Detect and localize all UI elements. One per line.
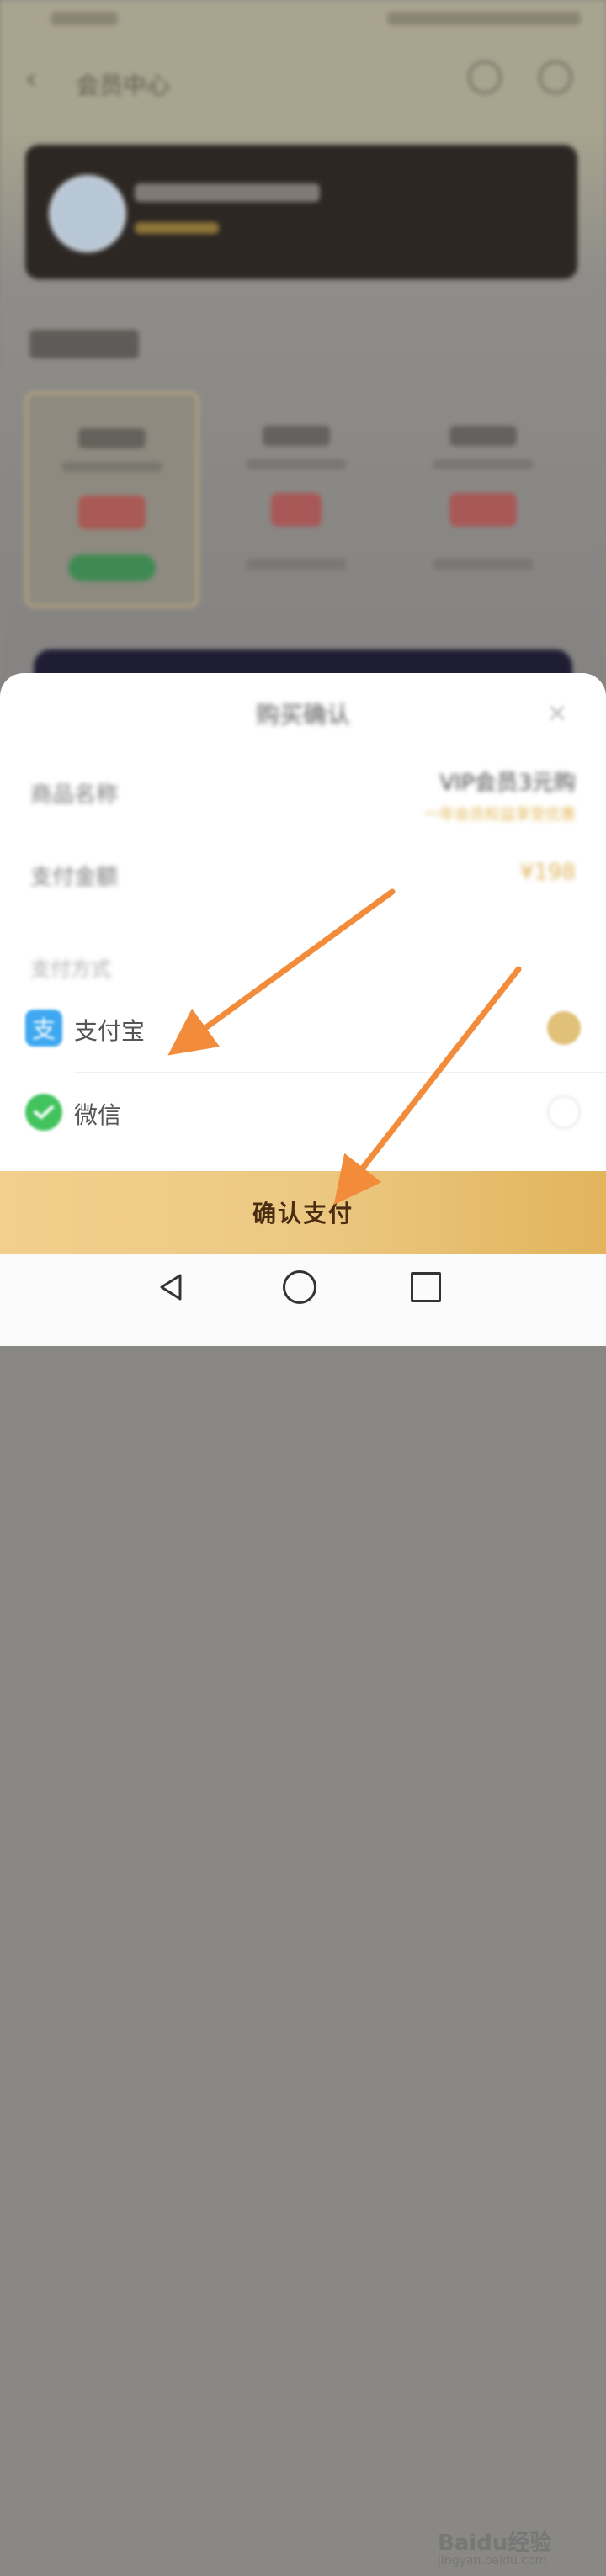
amount-value: ¥198 (519, 860, 576, 885)
plan-badge (68, 554, 156, 581)
alipay-icon: 支 (25, 1010, 62, 1047)
plan-subtitle (433, 459, 534, 469)
plan-name (263, 426, 330, 446)
sheet-header: 购买确认 × (0, 673, 606, 749)
plan-subtitle (246, 459, 347, 469)
home-icon[interactable] (283, 1270, 316, 1304)
amount-row: 支付金额 ¥198 (0, 860, 606, 902)
plan-card[interactable] (399, 392, 567, 602)
amount-label: 支付金额 (30, 865, 119, 890)
member-card (25, 145, 577, 279)
plan-card[interactable] (212, 392, 380, 602)
plan-price (78, 496, 146, 529)
radio-unchecked[interactable] (547, 1095, 581, 1129)
chevron-left-icon[interactable]: ‹ (25, 62, 37, 96)
avatar (49, 175, 126, 252)
watermark-logo: Baidu经验 (438, 2531, 552, 2556)
system-nav-bar: Baidu经验 jingyan.baidu.com (0, 1254, 606, 2568)
payment-option-label: 微信 (74, 1101, 122, 1129)
status-bar (0, 8, 606, 34)
payment-option-alipay[interactable]: 支 支付宝 (0, 988, 606, 1072)
product-note: 一年会员权益享受优惠 (424, 806, 576, 824)
plan-price (449, 493, 517, 527)
wechat-icon (25, 1094, 62, 1131)
sheet-title: 购买确认 (255, 701, 350, 729)
product-label: 商品名称 (30, 782, 119, 808)
settings-icon[interactable] (468, 61, 502, 94)
signal-icon (50, 12, 118, 25)
watermark: Baidu经验 jingyan.baidu.com (438, 2517, 564, 2576)
payment-method-heading: 支付方式 (30, 957, 111, 981)
radio-checked[interactable] (547, 1011, 581, 1045)
background-page: ‹ 会员中心 (0, 0, 606, 725)
plan-footnote (246, 559, 347, 570)
member-status (135, 222, 219, 234)
service-icon[interactable] (539, 61, 572, 94)
confirm-payment-button[interactable]: 确认支付 (0, 1171, 606, 1254)
recent-apps-icon[interactable] (411, 1272, 441, 1302)
plan-name (78, 428, 146, 448)
plan-card[interactable] (25, 392, 199, 607)
plan-footnote (433, 559, 534, 570)
product-row: 商品名称 VIP会员3元购 一年会员权益享受优惠 (0, 766, 606, 833)
user-name (135, 183, 320, 202)
section-title (29, 330, 139, 358)
plan-name (449, 426, 517, 446)
plan-price (271, 493, 322, 527)
payment-option-wechat[interactable]: 微信 (0, 1072, 606, 1156)
plan-subtitle (61, 462, 162, 472)
top-nav: ‹ 会员中心 (0, 52, 606, 103)
watermark-url: jingyan.baidu.com (438, 2554, 547, 2568)
page-title: 会员中心 (76, 72, 171, 99)
battery-icon (387, 12, 581, 25)
product-value: VIP会员3元购 (439, 771, 576, 796)
payment-option-label: 支付宝 (74, 1017, 146, 1045)
back-icon[interactable] (155, 1270, 189, 1304)
close-icon[interactable]: × (542, 698, 572, 729)
